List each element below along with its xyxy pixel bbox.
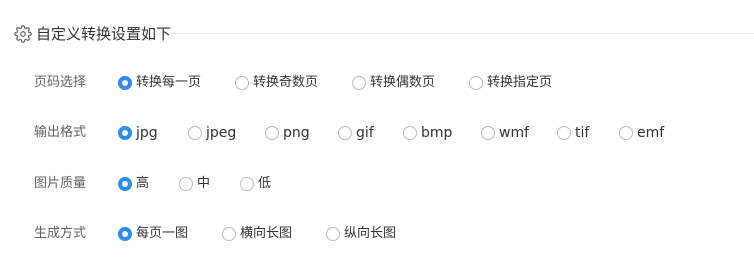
header-divider [168, 33, 754, 34]
radio-group-generation-mode: 每页一图 横向长图 纵向长图 [118, 225, 396, 243]
radio-label: 低 [258, 176, 272, 191]
radio-one-image-per-page[interactable]: 每页一图 [118, 225, 222, 243]
radio-label: 纵向长图 [344, 226, 397, 241]
radio-circle[interactable] [118, 177, 132, 191]
radio-circle[interactable] [222, 227, 236, 241]
row-label-image-quality: 图片质量 [34, 176, 87, 191]
row-label-output-format: 输出格式 [34, 125, 87, 140]
radio-group-page-range: 转换每一页 转换奇数页 转换偶数页 转换指定页 [118, 74, 552, 92]
radio-group-image-quality: 高 中 低 [118, 175, 271, 193]
radio-format-gif[interactable]: gif [338, 124, 403, 142]
radio-label: 中 [197, 176, 211, 191]
radio-circle[interactable] [118, 126, 132, 140]
radio-circle[interactable] [326, 227, 340, 241]
radio-format-jpeg[interactable]: jpeg [188, 124, 265, 142]
radio-circle[interactable] [338, 126, 352, 140]
row-image-quality: 图片质量 高 中 低 [34, 175, 271, 193]
radio-label: gif [356, 125, 374, 141]
gear-icon [14, 25, 32, 43]
radio-circle[interactable] [118, 76, 132, 90]
radio-label: tif [575, 125, 590, 141]
radio-label: jpg [136, 125, 158, 141]
radio-circle[interactable] [240, 177, 254, 191]
radio-label: 转换指定页 [487, 75, 553, 90]
radio-circle[interactable] [235, 76, 249, 90]
radio-label: 转换每一页 [136, 75, 202, 90]
radio-label: wmf [499, 125, 530, 141]
radio-circle[interactable] [481, 126, 495, 140]
radio-circle[interactable] [619, 126, 633, 140]
radio-circle[interactable] [403, 126, 417, 140]
row-page-range: 页码选择 转换每一页 转换奇数页 转换偶数页 转换指定页 [34, 74, 552, 92]
radio-convert-even-pages[interactable]: 转换偶数页 [352, 74, 469, 92]
row-output-format: 输出格式 jpg jpeg png gif bmp wmf tif emf [34, 124, 664, 142]
radio-label: 横向长图 [240, 226, 293, 241]
radio-vertical-long-image[interactable]: 纵向长图 [326, 225, 396, 243]
radio-label: emf [637, 125, 665, 141]
radio-format-png[interactable]: png [265, 124, 338, 142]
radio-label: bmp [421, 125, 453, 141]
radio-quality-low[interactable]: 低 [240, 175, 271, 193]
radio-convert-odd-pages[interactable]: 转换奇数页 [235, 74, 352, 92]
radio-label: 转换偶数页 [370, 75, 436, 90]
radio-format-wmf[interactable]: wmf [481, 124, 557, 142]
radio-circle[interactable] [118, 227, 132, 241]
radio-label: 转换奇数页 [253, 75, 319, 90]
row-label-generation-mode: 生成方式 [34, 226, 87, 241]
radio-circle[interactable] [352, 76, 366, 90]
radio-format-emf[interactable]: emf [619, 124, 664, 142]
radio-format-tif[interactable]: tif [557, 124, 619, 142]
radio-label: jpeg [206, 125, 237, 141]
radio-convert-all-pages[interactable]: 转换每一页 [118, 74, 235, 92]
radio-group-output-format: jpg jpeg png gif bmp wmf tif emf [118, 124, 664, 142]
radio-label: 高 [136, 176, 150, 191]
radio-horizontal-long-image[interactable]: 横向长图 [222, 225, 326, 243]
radio-circle[interactable] [469, 76, 483, 90]
radio-quality-high[interactable]: 高 [118, 175, 179, 193]
radio-format-jpg[interactable]: jpg [118, 124, 188, 142]
settings-header: 自定义转换设置如下 [14, 24, 171, 44]
radio-quality-medium[interactable]: 中 [179, 175, 240, 193]
radio-label: png [283, 125, 310, 141]
radio-circle[interactable] [188, 126, 202, 140]
radio-format-bmp[interactable]: bmp [403, 124, 481, 142]
radio-circle[interactable] [557, 126, 571, 140]
row-label-page-range: 页码选择 [34, 75, 87, 90]
radio-circle[interactable] [265, 126, 279, 140]
radio-convert-specified-pages[interactable]: 转换指定页 [469, 74, 552, 92]
radio-circle[interactable] [179, 177, 193, 191]
page-title: 自定义转换设置如下 [36, 25, 172, 43]
radio-label: 每页一图 [136, 226, 189, 241]
row-generation-mode: 生成方式 每页一图 横向长图 纵向长图 [34, 225, 396, 243]
